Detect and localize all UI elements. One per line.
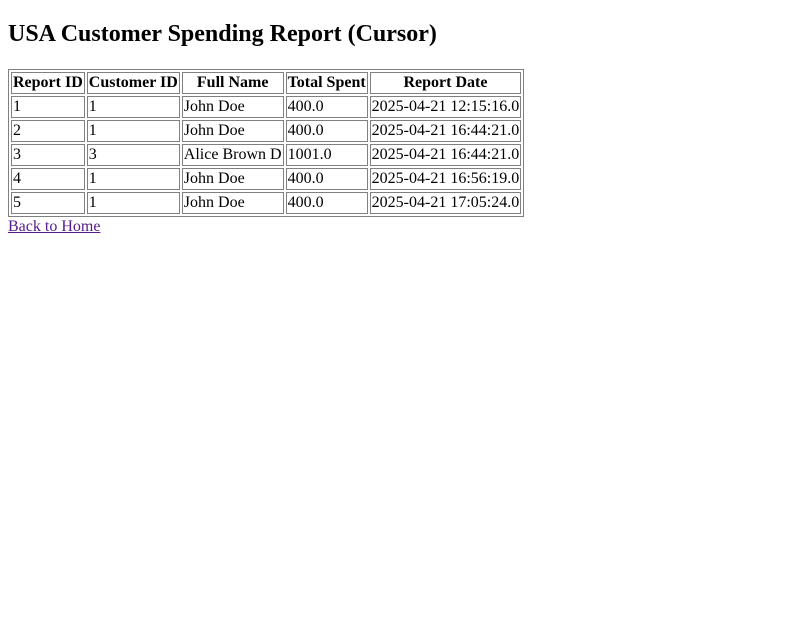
cell-total-spent: 400.0 (285, 168, 368, 190)
cell-customer-id: 1 (86, 168, 180, 190)
cell-report-id: 2 (11, 120, 85, 142)
cell-report-date: 2025-04-21 12:15:16.0 (369, 96, 522, 118)
cell-report-id: 4 (11, 168, 85, 190)
cell-total-spent: 400.0 (285, 192, 368, 214)
cell-total-spent: 400.0 (285, 120, 368, 142)
page-title: USA Customer Spending Report (Cursor) (8, 21, 437, 47)
cell-report-id: 5 (11, 192, 85, 214)
spending-report-table: Report ID Customer ID Full Name Total Sp… (8, 69, 525, 217)
page-container: USA Customer Spending Report (Cursor) Re… (0, 0, 811, 245)
cell-customer-id: 1 (86, 192, 180, 214)
table-row: 5 1 John Doe 400.0 2025-04-21 17:05:24.0 (11, 192, 522, 214)
cell-customer-id: 3 (86, 144, 180, 166)
table-row: 2 1 John Doe 400.0 2025-04-21 16:44:21.0 (11, 120, 522, 142)
cell-total-spent: 1001.0 (285, 144, 368, 166)
cell-report-date: 2025-04-21 17:05:24.0 (369, 192, 522, 214)
table-header-row: Report ID Customer ID Full Name Total Sp… (11, 72, 522, 94)
header-report-id: Report ID (11, 72, 85, 94)
cell-report-date: 2025-04-21 16:44:21.0 (369, 144, 522, 166)
back-to-home-link[interactable]: Back to Home (8, 217, 100, 237)
cell-full-name: John Doe (181, 96, 284, 118)
cell-customer-id: 1 (86, 96, 180, 118)
cell-report-id: 3 (11, 144, 85, 166)
header-full-name: Full Name (181, 72, 284, 94)
header-report-date: Report Date (369, 72, 522, 94)
header-customer-id: Customer ID (86, 72, 180, 94)
cell-full-name: John Doe (181, 192, 284, 214)
cell-report-id: 1 (11, 96, 85, 118)
table-row: 3 3 Alice Brown D 1001.0 2025-04-21 16:4… (11, 144, 522, 166)
cell-report-date: 2025-04-21 16:44:21.0 (369, 120, 522, 142)
cell-full-name: John Doe (181, 168, 284, 190)
cell-total-spent: 400.0 (285, 96, 368, 118)
cell-full-name: John Doe (181, 120, 284, 142)
cell-customer-id: 1 (86, 120, 180, 142)
table-row: 4 1 John Doe 400.0 2025-04-21 16:56:19.0 (11, 168, 522, 190)
cell-full-name: Alice Brown D (181, 144, 284, 166)
header-total-spent: Total Spent (285, 72, 368, 94)
table-row: 1 1 John Doe 400.0 2025-04-21 12:15:16.0 (11, 96, 522, 118)
cell-report-date: 2025-04-21 16:56:19.0 (369, 168, 522, 190)
